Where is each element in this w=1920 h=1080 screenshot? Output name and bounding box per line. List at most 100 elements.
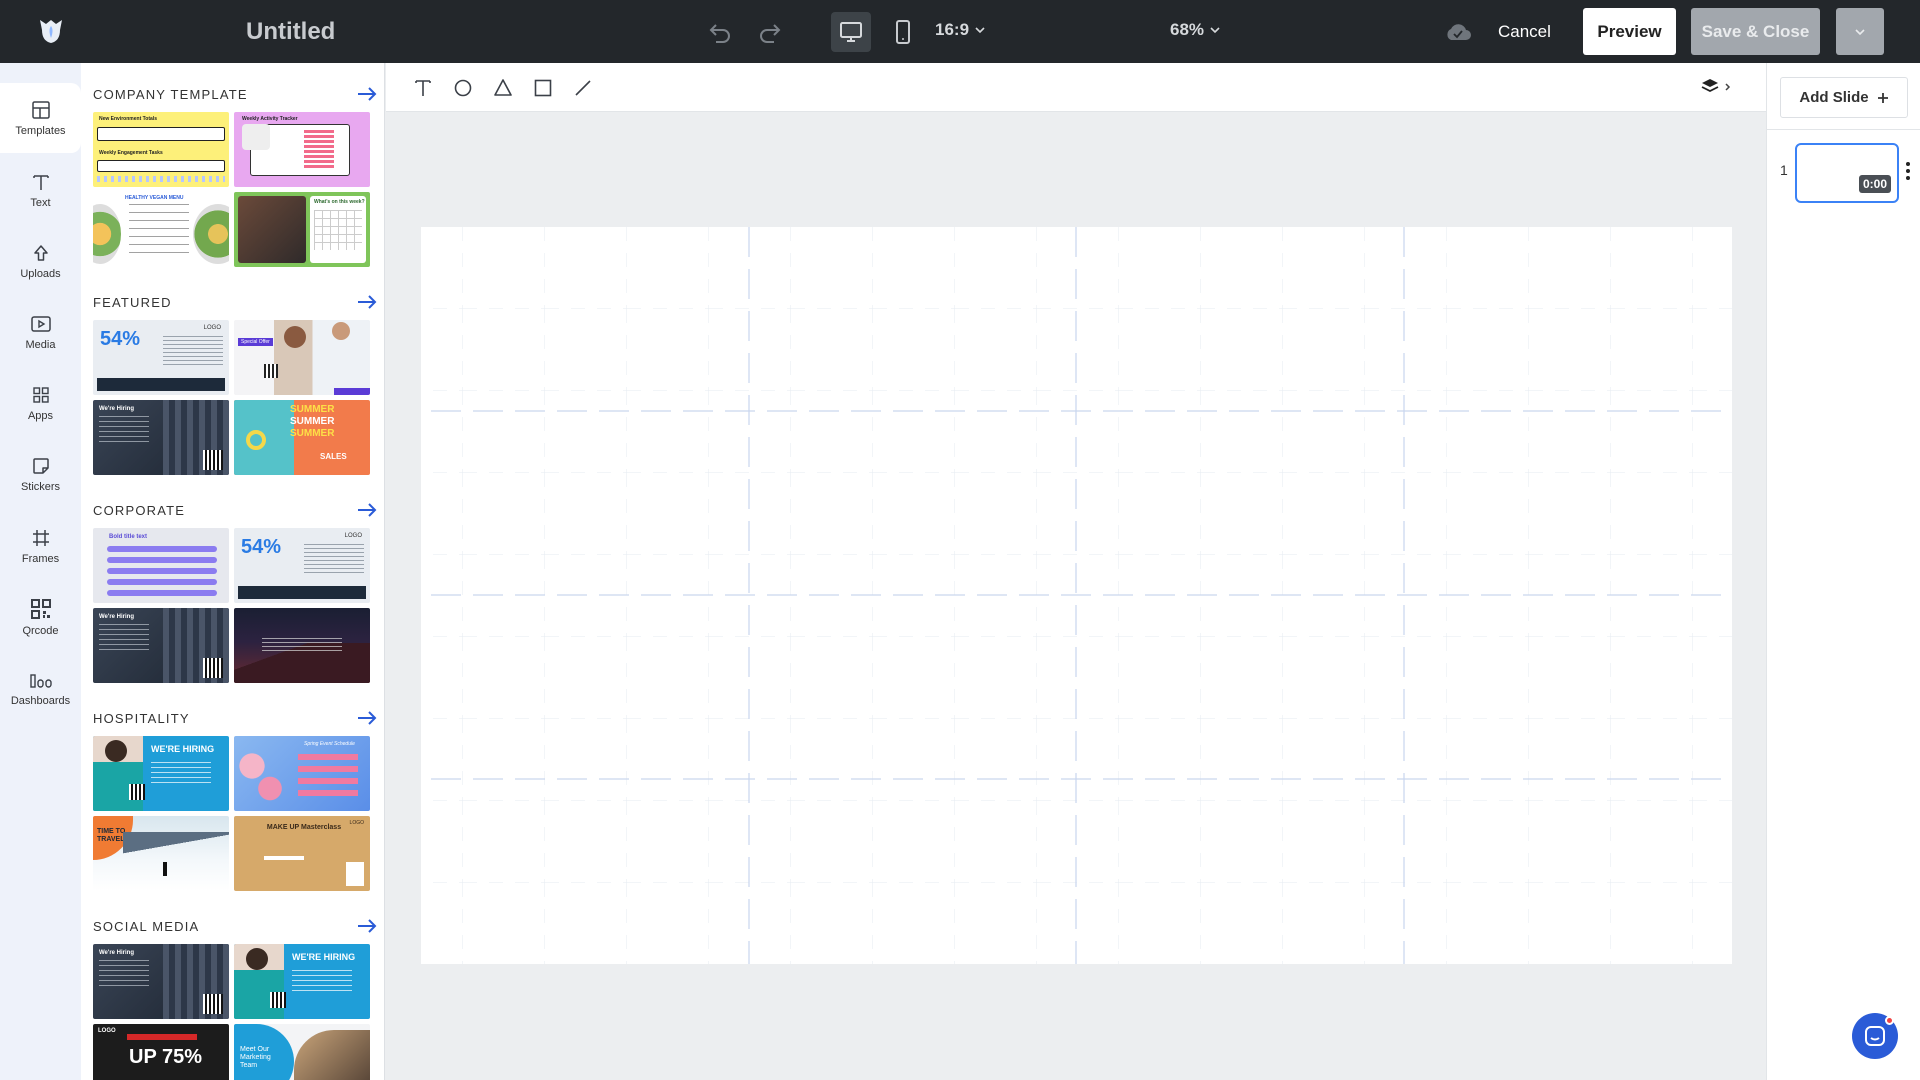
thumb-text: Special Offer (238, 338, 273, 346)
thumb-text: SUMMER (290, 416, 335, 427)
thumb-text: SUMMER (290, 404, 335, 415)
thumb-text: LOGO (98, 1028, 116, 1034)
template-thumbnail[interactable]: Special Offer (234, 320, 370, 395)
thumb-text: Weekly Activity Tracker (242, 116, 298, 122)
divider (1767, 129, 1920, 130)
rail-item-dashboards[interactable]: Dashboards (0, 653, 81, 723)
template-thumbnail[interactable]: SUMMER SUMMER SUMMER SALES (234, 400, 370, 475)
rail-item-uploads[interactable]: Uploads (0, 226, 81, 296)
chat-support-button[interactable] (1852, 1013, 1898, 1059)
thumb-text: What's on this week? (314, 199, 365, 205)
arrow-right-icon[interactable] (357, 919, 377, 933)
mobile-view-icon[interactable] (886, 14, 920, 50)
template-thumbnail[interactable] (234, 608, 370, 683)
thumb-text: We're Hiring (99, 614, 134, 620)
document-title[interactable]: Untitled (246, 18, 335, 46)
template-thumbnail[interactable]: We're Hiring (93, 400, 229, 475)
undo-icon[interactable] (702, 16, 736, 48)
template-thumbnail[interactable]: 54% LOGO (234, 528, 370, 603)
thumb-text: SALES (320, 452, 347, 461)
slide-canvas[interactable] (421, 227, 1732, 964)
thumb-text: 54% (100, 328, 141, 350)
thumb-text: We're Hiring (99, 950, 134, 956)
template-thumbnail[interactable]: HEALTHY VEGAN MENU (93, 192, 229, 267)
template-thumbnail[interactable]: We're Hiring (93, 944, 229, 1019)
thumb-text: New Environment Totals (99, 116, 157, 122)
rail-label: Frames (21, 552, 60, 565)
tool-rail: Templates Text Uploads Media Apps Sticke… (0, 63, 81, 1080)
template-thumbnail[interactable]: We're Hiring (93, 608, 229, 683)
redo-icon[interactable] (754, 16, 788, 48)
section-title: CORPORATE (93, 502, 186, 518)
plus-icon (1877, 92, 1888, 103)
template-thumbnail[interactable]: WE'RE HIRING (234, 944, 370, 1019)
add-slide-button[interactable]: Add Slide (1780, 77, 1908, 118)
rail-item-templates[interactable]: Templates (0, 83, 81, 153)
rectangle-tool-icon[interactable] (532, 77, 554, 99)
section-title: COMPANY TEMPLATE (93, 86, 248, 102)
text-tool-icon[interactable] (412, 77, 434, 99)
app-logo-icon[interactable] (36, 16, 66, 46)
text-icon (32, 174, 49, 190)
thumb-text: WE'RE HIRING (292, 952, 356, 962)
chevron-down-icon (1855, 28, 1865, 35)
arrow-right-icon[interactable] (357, 295, 377, 309)
thumb-text: LOGO (344, 533, 362, 539)
aspect-ratio-select[interactable]: 16:9 (935, 20, 985, 40)
arrow-right-icon[interactable] (357, 503, 377, 517)
template-thumbnail[interactable]: New Environment Totals Weekly Engagement… (93, 112, 229, 187)
arrow-right-icon[interactable] (357, 711, 377, 725)
template-thumbnail[interactable]: Spring Event Schedule (234, 736, 370, 811)
rail-item-apps[interactable]: Apps (0, 368, 81, 438)
add-slide-label: Add Slide (1799, 89, 1869, 106)
desktop-view-icon[interactable] (831, 12, 871, 52)
slide-thumbnail[interactable]: 0:00 (1795, 143, 1899, 203)
thumb-text: Meet Our Marketing Team (240, 1046, 271, 1069)
triangle-tool-icon[interactable] (492, 77, 514, 99)
rail-label: Media (25, 338, 56, 351)
section-hospitality: HOSPITALITY WE'RE HIRING Spring Event Sc… (93, 707, 377, 891)
save-options-button[interactable] (1836, 8, 1884, 55)
rail-label: Dashboards (10, 694, 71, 707)
template-thumbnail[interactable]: 54% LOGO (93, 320, 229, 395)
template-thumbnail[interactable]: Bold title text (93, 528, 229, 603)
rail-label: Uploads (20, 267, 61, 280)
template-thumbnail[interactable]: Weekly Activity Tracker (234, 112, 370, 187)
rail-item-stickers[interactable]: Stickers (0, 439, 81, 509)
rail-item-frames[interactable]: Frames (0, 511, 81, 581)
circle-tool-icon[interactable] (452, 77, 474, 99)
line-tool-icon[interactable] (572, 77, 594, 99)
layers-icon[interactable] (1700, 76, 1734, 98)
rail-item-text[interactable]: Text (0, 155, 81, 225)
save-close-button[interactable]: Save & Close (1691, 8, 1820, 55)
thumb-text: LOGO (203, 325, 221, 331)
rail-item-media[interactable]: Media (0, 297, 81, 367)
template-thumbnail[interactable]: Meet Our Marketing Team (234, 1024, 370, 1080)
thumb-text: LOGO (349, 820, 364, 826)
shape-toolbar (386, 63, 1766, 112)
template-thumbnail[interactable]: MAKE UP Masterclass LOGO (234, 816, 370, 891)
zoom-select[interactable]: 68% (1170, 20, 1220, 40)
notification-dot (1885, 1016, 1894, 1025)
section-social-media: SOCIAL MEDIA We're Hiring WE'RE HIRING L… (93, 915, 377, 1080)
template-thumbnail[interactable]: TIME TO TRAVEL (93, 816, 229, 891)
cancel-button[interactable]: Cancel (1490, 18, 1559, 46)
chat-icon (1865, 1026, 1885, 1046)
template-thumbnail[interactable]: WE'RE HIRING (93, 736, 229, 811)
preview-button[interactable]: Preview (1583, 8, 1676, 55)
template-thumbnail[interactable]: LOGO UP 75% (93, 1024, 229, 1080)
slide-number: 1 (1780, 162, 1788, 178)
rail-item-qrcode[interactable]: Qrcode (0, 582, 81, 652)
section-company-template: COMPANY TEMPLATE New Environment Totals … (93, 83, 377, 267)
top-bar: Untitled 16:9 68% Cancel Preview Save & … (0, 0, 1920, 63)
section-title: SOCIAL MEDIA (93, 918, 200, 934)
thumb-text: Bold title text (109, 534, 148, 540)
dashboard-icon (29, 673, 52, 688)
apps-icon (32, 386, 49, 403)
template-thumbnail[interactable]: What's on this week? (234, 192, 370, 267)
arrow-right-icon[interactable] (357, 87, 377, 101)
more-vertical-icon[interactable] (1905, 161, 1911, 181)
thumb-text: SUMMER (290, 428, 335, 439)
aspect-ratio-value: 16:9 (935, 20, 970, 39)
media-icon (30, 315, 51, 332)
